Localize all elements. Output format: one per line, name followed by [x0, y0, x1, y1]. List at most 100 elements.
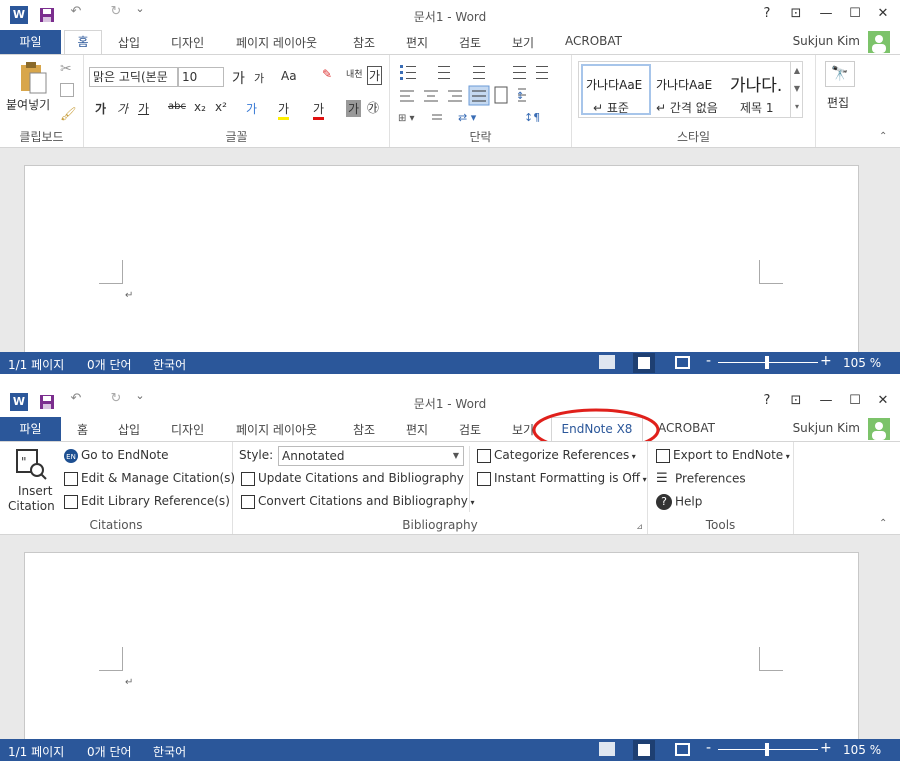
- zoom-out[interactable]: -: [706, 353, 711, 369]
- language[interactable]: 한국어: [153, 356, 186, 373]
- avatar[interactable]: [868, 31, 890, 53]
- word-count[interactable]: 0개 단어: [87, 356, 132, 373]
- web-layout-icon[interactable]: [675, 356, 690, 369]
- zoom-thumb[interactable]: [765, 743, 769, 756]
- zoom-level[interactable]: 105 %: [843, 743, 881, 757]
- tab-home[interactable]: 홈: [64, 30, 102, 55]
- update-citations-button[interactable]: Update Citations and Bibliography: [241, 471, 464, 486]
- web-layout-icon[interactable]: [675, 743, 690, 756]
- find-icon[interactable]: 🔭: [825, 61, 855, 87]
- clear-format-icon[interactable]: ✎: [322, 67, 332, 81]
- help-icon[interactable]: ?: [757, 6, 777, 21]
- change-case-button[interactable]: Aa: [281, 69, 297, 83]
- style-select[interactable]: Annotated ▼: [278, 446, 464, 466]
- print-layout-icon[interactable]: [633, 740, 655, 760]
- paste-icon[interactable]: [18, 61, 48, 95]
- collapse-ribbon-icon[interactable]: ⌃: [879, 518, 887, 529]
- font-name-select[interactable]: 맑은 고딕(본문: [89, 67, 178, 87]
- tab-view[interactable]: 보기: [512, 34, 534, 51]
- text-effects-button[interactable]: 가: [246, 100, 257, 117]
- user-name[interactable]: Sukjun Kim: [793, 421, 860, 435]
- style-no-spacing[interactable]: 가나다AaE ↵ 간격 없음: [654, 64, 726, 115]
- paste-button[interactable]: 붙여넣기: [6, 96, 50, 113]
- italic-button[interactable]: 가: [117, 100, 128, 117]
- tab-design[interactable]: 디자인: [171, 421, 204, 438]
- tab-references[interactable]: 참조: [353, 34, 375, 51]
- paragraph-controls-icon[interactable]: ⊞ ▾ ⇄ ▾ ↕¶ ↕: [398, 63, 563, 123]
- tab-file[interactable]: 파일: [0, 30, 61, 54]
- subscript-button[interactable]: x₂: [194, 100, 206, 114]
- copy-icon[interactable]: [60, 83, 74, 97]
- char-shading-button[interactable]: 가: [346, 100, 362, 117]
- read-mode-icon[interactable]: [599, 355, 615, 369]
- maximize-icon[interactable]: ☐: [845, 393, 865, 408]
- page-count[interactable]: 1/1 페이지: [8, 356, 64, 373]
- word-count[interactable]: 0개 단어: [87, 743, 132, 760]
- phonetic-guide-button[interactable]: 내천: [346, 67, 363, 80]
- tab-home[interactable]: 홈: [77, 421, 88, 438]
- document-page[interactable]: ↵: [24, 552, 859, 742]
- zoom-level[interactable]: 105 %: [843, 356, 881, 370]
- read-mode-icon[interactable]: [599, 742, 615, 756]
- zoom-out[interactable]: -: [706, 740, 711, 756]
- edit-manage-citations-button[interactable]: Edit & Manage Citation(s): [64, 471, 235, 486]
- categorize-references-button[interactable]: Categorize References ▾: [477, 448, 636, 463]
- close-icon[interactable]: ✕: [873, 393, 893, 408]
- export-to-endnote-button[interactable]: Export to EndNote ▾: [656, 448, 790, 463]
- superscript-button[interactable]: x²: [215, 100, 227, 114]
- cut-icon[interactable]: ✂: [60, 61, 72, 77]
- avatar[interactable]: [868, 418, 890, 440]
- font-color-button[interactable]: 가: [313, 100, 325, 120]
- close-icon[interactable]: ✕: [873, 6, 893, 21]
- tab-insert[interactable]: 삽입: [118, 421, 140, 438]
- help-button[interactable]: ? Help: [656, 494, 702, 510]
- zoom-in[interactable]: +: [820, 740, 832, 756]
- instant-formatting-button[interactable]: Instant Formatting is Off ▾: [477, 471, 647, 486]
- maximize-icon[interactable]: ☐: [845, 6, 865, 21]
- page-count[interactable]: 1/1 페이지: [8, 743, 64, 760]
- print-layout-icon[interactable]: [633, 353, 655, 373]
- tab-layout[interactable]: 페이지 레이아웃: [236, 421, 317, 438]
- editing-button[interactable]: 편집: [827, 94, 849, 111]
- edit-library-references-button[interactable]: Edit Library Reference(s): [64, 494, 230, 509]
- tab-references[interactable]: 참조: [353, 421, 375, 438]
- underline-button[interactable]: 가: [138, 100, 149, 117]
- grow-font-button[interactable]: 가: [232, 68, 245, 88]
- minimize-icon[interactable]: —: [816, 393, 836, 408]
- minimize-icon[interactable]: —: [816, 6, 836, 21]
- goto-endnote-button[interactable]: EN Go to EndNote: [64, 448, 169, 463]
- document-page[interactable]: ↵: [24, 165, 859, 355]
- char-border-button[interactable]: 가: [367, 66, 383, 85]
- font-size-select[interactable]: 10: [178, 67, 224, 87]
- help-icon[interactable]: ?: [757, 393, 777, 408]
- tab-mailings[interactable]: 편지: [406, 421, 428, 438]
- tab-acrobat[interactable]: ACROBAT: [565, 34, 622, 48]
- format-painter-icon[interactable]: 🖌: [60, 107, 77, 122]
- tab-review[interactable]: 검토: [459, 34, 481, 51]
- ribbon-display-options-icon[interactable]: ⊡: [786, 393, 806, 408]
- strike-button[interactable]: abc: [168, 101, 186, 112]
- tab-acrobat[interactable]: ACROBAT: [658, 421, 715, 435]
- styles-scroll[interactable]: ▲ ▼ ▾: [790, 62, 803, 117]
- style-normal[interactable]: 가나다AaE ↵ 표준: [581, 64, 651, 115]
- style-heading1[interactable]: 가나다. 제목 1: [728, 64, 790, 115]
- tab-layout[interactable]: 페이지 레이아웃: [236, 34, 317, 51]
- citation-label[interactable]: Citation: [8, 499, 55, 513]
- zoom-in[interactable]: +: [820, 353, 832, 369]
- tab-review[interactable]: 검토: [459, 421, 481, 438]
- insert-label[interactable]: Insert: [18, 484, 52, 498]
- shrink-font-button[interactable]: 가: [254, 70, 264, 86]
- tab-mailings[interactable]: 편지: [406, 34, 428, 51]
- highlight-button[interactable]: 가: [278, 100, 290, 120]
- tab-insert[interactable]: 삽입: [118, 34, 140, 51]
- insert-citation-icon[interactable]: ": [15, 448, 47, 480]
- user-name[interactable]: Sukjun Kim: [793, 34, 860, 48]
- ribbon-display-options-icon[interactable]: ⊡: [786, 6, 806, 21]
- collapse-ribbon-icon[interactable]: ⌃: [879, 131, 887, 142]
- tab-design[interactable]: 디자인: [171, 34, 204, 51]
- language[interactable]: 한국어: [153, 743, 186, 760]
- convert-citations-button[interactable]: Convert Citations and Bibliography ▾: [241, 494, 474, 509]
- tab-file[interactable]: 파일: [0, 417, 61, 441]
- enclose-char-button[interactable]: ㉮: [367, 99, 379, 116]
- bold-button[interactable]: 가: [95, 100, 106, 117]
